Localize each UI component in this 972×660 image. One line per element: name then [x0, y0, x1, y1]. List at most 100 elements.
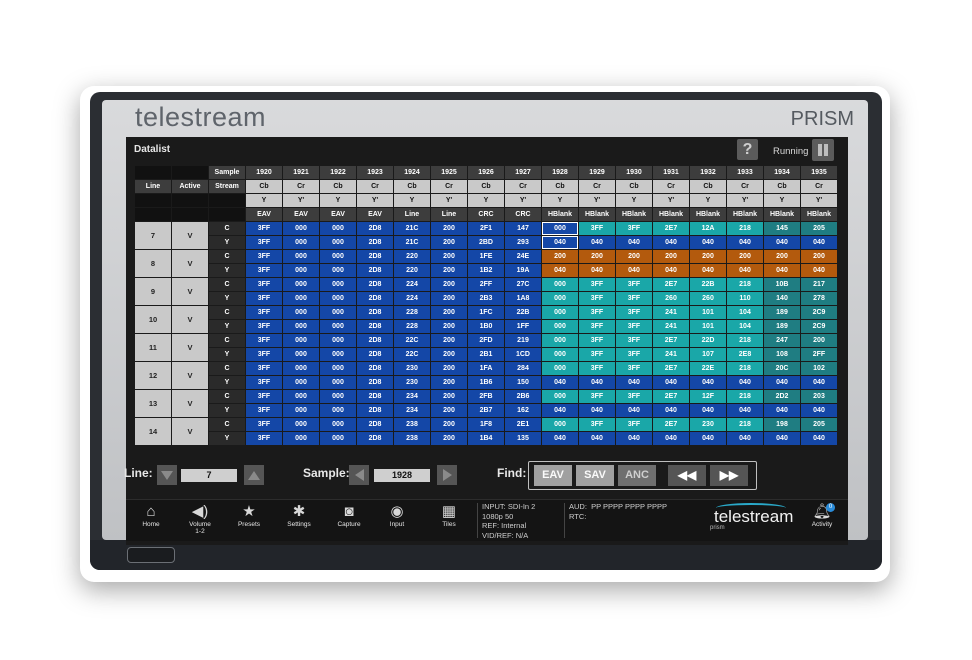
data-cell[interactable]: 241 [653, 348, 689, 361]
data-cell[interactable]: 135 [505, 432, 541, 445]
data-cell[interactable]: 1B4 [468, 432, 504, 445]
data-cell[interactable]: 000 [283, 320, 319, 333]
data-cell[interactable]: 200 [431, 306, 467, 319]
data-cell[interactable]: 000 [542, 362, 578, 375]
data-cell[interactable]: 101 [690, 320, 726, 333]
data-cell[interactable]: 2D8 [357, 292, 393, 305]
data-cell[interactable]: 238 [394, 418, 430, 431]
data-cell[interactable]: 1B0 [468, 320, 504, 333]
data-cell[interactable]: 000 [283, 236, 319, 249]
data-cell[interactable]: 1CD [505, 348, 541, 361]
data-cell[interactable]: 040 [690, 236, 726, 249]
data-cell[interactable]: 2E1 [505, 418, 541, 431]
table-row[interactable]: 11 V C 3FF 000 000 2D8 22C 200 2FD 219 000 3FF 3FF 2E7… [135, 334, 837, 361]
sample-prev-button[interactable] [349, 465, 369, 485]
data-cell[interactable]: 200 [431, 320, 467, 333]
data-cell[interactable]: 3FF [579, 306, 615, 319]
data-cell[interactable]: 19A [505, 264, 541, 277]
data-cell[interactable]: 228 [394, 306, 430, 319]
data-cell[interactable]: 040 [616, 264, 652, 277]
data-cell[interactable]: 3FF [579, 348, 615, 361]
data-cell[interactable]: 2BD [468, 236, 504, 249]
data-cell[interactable]: 230 [394, 376, 430, 389]
data-cell[interactable]: 000 [320, 418, 356, 431]
data-cell[interactable]: 2D8 [357, 432, 393, 445]
data-cell[interactable]: 2C9 [801, 306, 837, 319]
data-cell[interactable]: 000 [283, 278, 319, 291]
data-cell[interactable]: 200 [431, 432, 467, 445]
data-cell[interactable]: 2FF [801, 348, 837, 361]
help-button[interactable]: ? [737, 139, 758, 160]
taskbar-volume[interactable]: ◀) Volume 1-2 [180, 503, 220, 535]
data-cell[interactable]: 000 [283, 432, 319, 445]
data-cell[interactable]: 140 [764, 292, 800, 305]
data-cell[interactable]: 1FE [468, 250, 504, 263]
data-cell[interactable]: 200 [431, 376, 467, 389]
data-cell[interactable]: 3FF [579, 278, 615, 291]
sample-value-field[interactable]: 1928 [374, 469, 430, 482]
data-cell[interactable]: 040 [801, 376, 837, 389]
data-cell[interactable]: 3FF [246, 404, 282, 417]
table-row[interactable]: 9 V C 3FF 000 000 2D8 224 200 2FF 27C 000 3FF 3FF 2E7 2… [135, 278, 837, 305]
data-cell[interactable]: 2D8 [357, 320, 393, 333]
data-cell[interactable]: 2D8 [357, 278, 393, 291]
table-row[interactable]: Y 3FF 000 000 2D8 220 200 1B2 19A 040 040 040 040 040… [135, 264, 837, 277]
data-cell[interactable]: 040 [801, 404, 837, 417]
data-cell[interactable]: 21C [394, 236, 430, 249]
data-cell[interactable]: 2C9 [801, 320, 837, 333]
data-cell[interactable]: 2D8 [357, 362, 393, 375]
table-row[interactable]: Y 3FF 000 000 2D8 22C 200 2B1 1CD 000 3FF 3FF 241 107… [135, 348, 837, 361]
data-cell[interactable]: 102 [801, 362, 837, 375]
data-cell[interactable]: 238 [394, 432, 430, 445]
data-cell[interactable]: 1B2 [468, 264, 504, 277]
data-cell[interactable]: 3FF [616, 418, 652, 431]
data-cell[interactable]: 3FF [246, 236, 282, 249]
data-cell[interactable]: 147 [505, 222, 541, 235]
taskbar-capture[interactable]: ◙ Capture [329, 503, 369, 528]
data-cell[interactable]: 200 [431, 362, 467, 375]
data-cell[interactable]: 2FF [468, 278, 504, 291]
data-cell[interactable]: 3FF [246, 348, 282, 361]
data-cell[interactable]: 2F1 [468, 222, 504, 235]
data-cell[interactable]: 2FD [468, 334, 504, 347]
data-cell[interactable]: 040 [727, 404, 763, 417]
data-cell[interactable]: 040 [616, 404, 652, 417]
data-cell[interactable]: 2E7 [653, 278, 689, 291]
data-cell[interactable]: 205 [801, 418, 837, 431]
data-cell[interactable]: 200 [616, 250, 652, 263]
data-cell[interactable]: 3FF [246, 278, 282, 291]
table-row[interactable]: 12 V C 3FF 000 000 2D8 230 200 1FA 284 000 3FF 3FF 2E7… [135, 362, 837, 389]
data-cell[interactable]: 000 [320, 292, 356, 305]
data-cell[interactable]: 2E7 [653, 334, 689, 347]
data-cell[interactable]: 000 [542, 348, 578, 361]
data-cell[interactable]: 10B [764, 278, 800, 291]
data-cell[interactable]: 3FF [579, 362, 615, 375]
data-cell[interactable]: 3FF [616, 334, 652, 347]
data-cell[interactable]: 040 [542, 432, 578, 445]
data-cell[interactable]: 040 [579, 404, 615, 417]
data-cell[interactable]: 101 [690, 306, 726, 319]
data-cell[interactable]: 3FF [616, 390, 652, 403]
data-cell[interactable]: 000 [320, 362, 356, 375]
data-cell[interactable]: 040 [690, 404, 726, 417]
data-cell[interactable]: 3FF [246, 432, 282, 445]
data-cell[interactable]: 200 [542, 250, 578, 263]
data-cell[interactable]: 228 [394, 320, 430, 333]
data-cell[interactable]: 000 [320, 264, 356, 277]
data-cell[interactable]: 2E8 [727, 348, 763, 361]
find-eav-button[interactable]: EAV [534, 465, 572, 486]
data-cell[interactable]: 2B1 [468, 348, 504, 361]
find-sav-button[interactable]: SAV [576, 465, 614, 486]
data-cell[interactable]: 162 [505, 404, 541, 417]
data-cell[interactable]: 200 [431, 404, 467, 417]
data-cell[interactable]: 3FF [616, 362, 652, 375]
data-cell[interactable]: 2D8 [357, 264, 393, 277]
data-cell[interactable]: 200 [431, 334, 467, 347]
data-cell[interactable]: 040 [727, 376, 763, 389]
data-cell[interactable]: 2B7 [468, 404, 504, 417]
data-cell[interactable]: 040 [764, 404, 800, 417]
data-cell[interactable]: 2FB [468, 390, 504, 403]
data-cell[interactable]: 3FF [246, 390, 282, 403]
data-cell[interactable]: 1FC [468, 306, 504, 319]
data-cell[interactable]: 040 [579, 236, 615, 249]
